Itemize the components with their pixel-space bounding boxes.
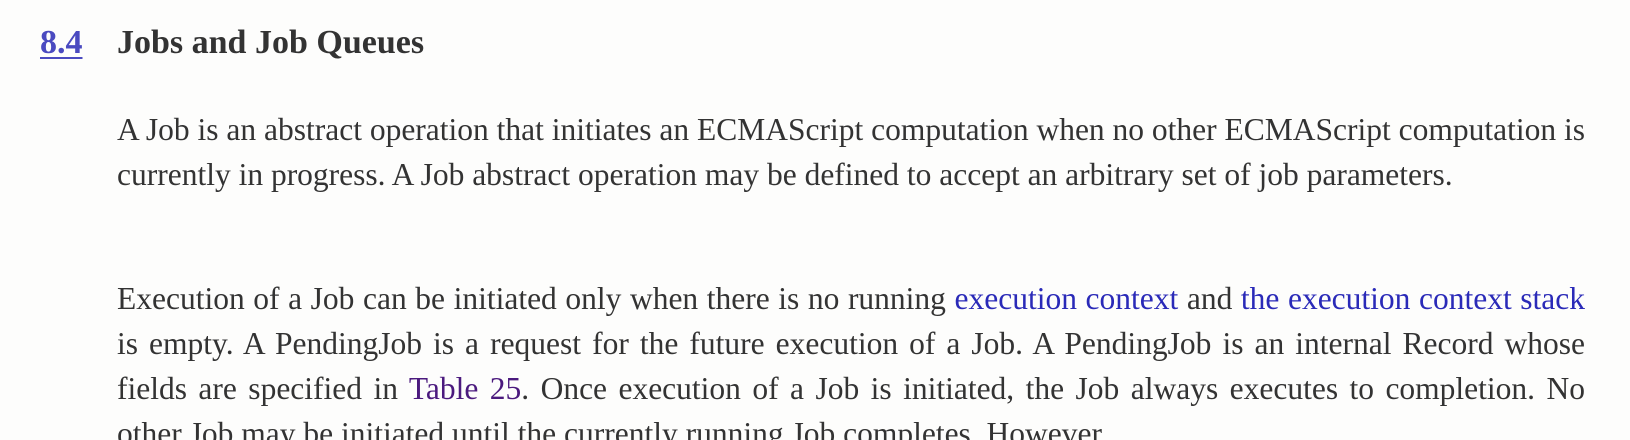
- table-25-link[interactable]: Table 25: [409, 371, 521, 406]
- execution-context-stack-link[interactable]: the execution context stack: [1241, 281, 1585, 316]
- section-title: Jobs and Job Queues: [117, 24, 425, 61]
- execution-context-link[interactable]: execution context: [955, 281, 1179, 316]
- paragraph-jobs-definition: A Job is an abstract operation that init…: [117, 112, 1586, 192]
- paragraph-text: Execution of a Job can be initiated only…: [117, 281, 955, 316]
- paragraph-job-execution: Execution of a Job can be initiated only…: [117, 276, 1585, 440]
- paragraph-text: and: [1178, 281, 1241, 316]
- section-heading: 8.4 Jobs and Job Queues: [40, 20, 424, 66]
- section-number-link[interactable]: 8.4: [40, 24, 117, 62]
